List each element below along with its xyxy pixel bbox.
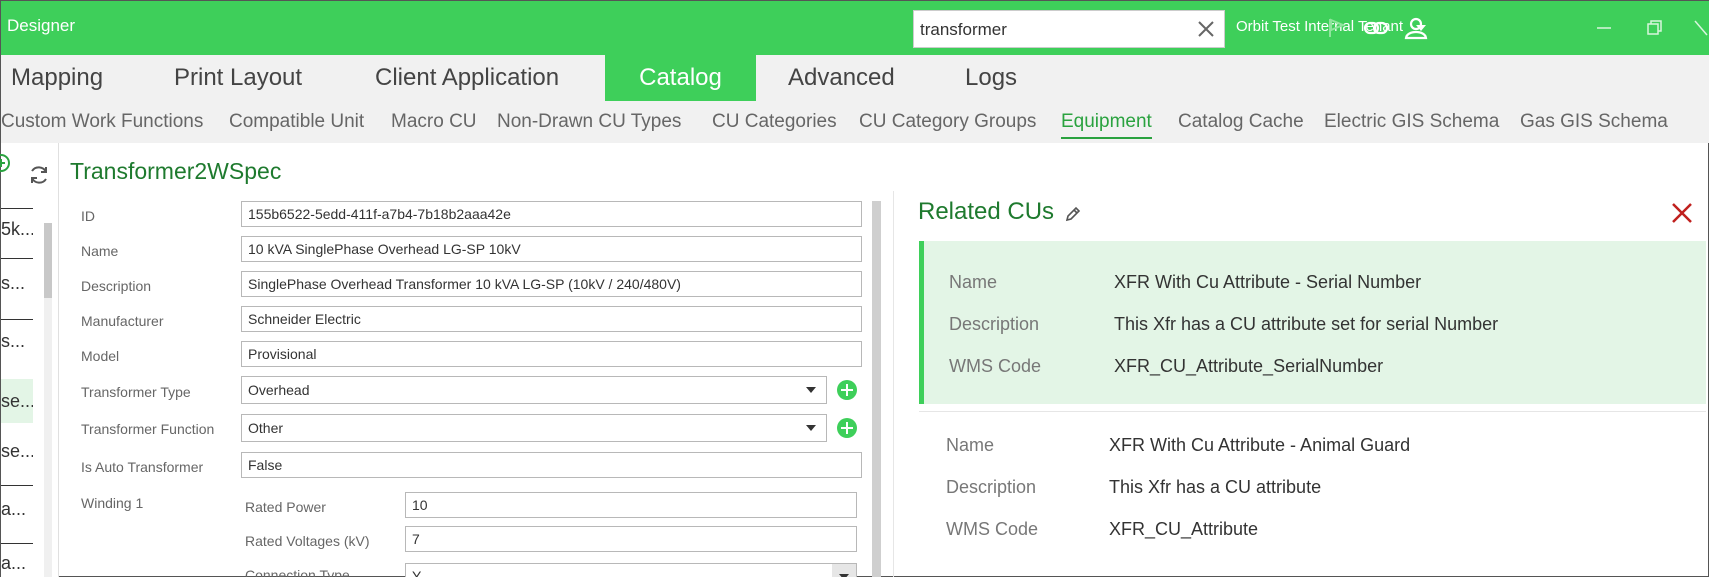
cu-description-label: Description bbox=[949, 314, 1040, 334]
subtab-cu-category-groups[interactable]: CU Category Groups bbox=[859, 111, 1036, 137]
detail-scrollbar[interactable] bbox=[872, 201, 881, 577]
subtab-cu-categories[interactable]: CU Categories bbox=[712, 111, 837, 137]
restore-icon[interactable] bbox=[1641, 15, 1667, 41]
id-field[interactable]: 155b6522-5edd-411f-a7b4-7b18b2aaa42e bbox=[241, 201, 862, 227]
add-circle-icon[interactable] bbox=[0, 153, 11, 173]
model-label: Model bbox=[81, 348, 120, 364]
tab-catalog[interactable]: Catalog bbox=[605, 55, 756, 101]
list-item[interactable]: se... bbox=[1, 441, 33, 469]
tab-advanced[interactable]: Advanced bbox=[788, 55, 895, 101]
transformer-function-select[interactable]: Other bbox=[241, 414, 827, 442]
list-divider bbox=[1, 258, 33, 259]
manufacturer-label: Manufacturer bbox=[81, 313, 164, 329]
minimize-icon[interactable] bbox=[1591, 15, 1617, 41]
related-cu-card-selected[interactable]: Name XFR With Cu Attribute - Serial Numb… bbox=[919, 241, 1706, 404]
is-auto-transformer-label: Is Auto Transformer bbox=[81, 459, 204, 475]
equipment-type-title: Transformer2WSpec bbox=[70, 158, 282, 184]
cu-description-label: Description bbox=[946, 477, 1037, 497]
transformer-function-value: Other bbox=[248, 420, 284, 436]
catalog-sub-nav: Custom Work Functions Compatible Unit Ma… bbox=[1, 101, 1709, 143]
panel-divider bbox=[893, 191, 894, 577]
link-icon[interactable] bbox=[1363, 15, 1389, 41]
transformer-type-select[interactable]: Overhead bbox=[241, 376, 827, 404]
list-divider bbox=[1, 485, 33, 486]
dropdown-button[interactable] bbox=[832, 564, 856, 577]
tab-logs[interactable]: Logs bbox=[965, 55, 1017, 101]
cu-description-value: This Xfr has a CU attribute set for seri… bbox=[1114, 314, 1499, 334]
list-item[interactable]: s... bbox=[1, 273, 33, 301]
main-nav: Mapping Print Layout Client Application … bbox=[1, 55, 1709, 101]
subtab-custom-work-functions[interactable]: Custom Work Functions bbox=[1, 111, 203, 137]
detail-scrollbar-thumb[interactable] bbox=[872, 201, 881, 577]
tab-print-layout[interactable]: Print Layout bbox=[174, 55, 302, 101]
cu-name-label: Name bbox=[949, 272, 998, 292]
subtab-gas-gis-schema[interactable]: Gas GIS Schema bbox=[1520, 111, 1668, 137]
rated-voltages-field[interactable]: 7 bbox=[405, 526, 857, 552]
model-field[interactable]: Provisional bbox=[241, 341, 862, 367]
related-cus-title: Related CUs bbox=[918, 198, 1055, 225]
cu-name-value: XFR With Cu Attribute - Animal Guard bbox=[1109, 435, 1411, 455]
chevron-down-icon[interactable] bbox=[806, 425, 816, 431]
clear-search-icon[interactable] bbox=[1194, 17, 1218, 41]
pencil-icon[interactable] bbox=[1064, 205, 1082, 223]
transformer-type-value: Overhead bbox=[248, 382, 310, 398]
connection-type-label: Connection Type bbox=[245, 567, 350, 577]
add-transformer-function-button[interactable] bbox=[837, 418, 857, 438]
name-label: Name bbox=[81, 243, 119, 259]
search-box[interactable] bbox=[913, 10, 1225, 48]
list-item-selected[interactable]: se... bbox=[1, 379, 33, 423]
close-window-icon[interactable] bbox=[1691, 15, 1709, 41]
search-input[interactable] bbox=[920, 17, 1190, 43]
list-divider bbox=[1, 543, 33, 544]
manufacturer-field[interactable]: Schneider Electric bbox=[241, 306, 862, 332]
subtab-compatible-unit[interactable]: Compatible Unit bbox=[229, 111, 364, 137]
tab-mapping[interactable]: Mapping bbox=[11, 55, 103, 101]
transformer-type-label: Transformer Type bbox=[81, 384, 191, 400]
chevron-down-icon[interactable] bbox=[806, 387, 816, 393]
name-field[interactable]: 10 kVA SinglePhase Overhead LG-SP 10kV bbox=[241, 236, 862, 262]
close-icon[interactable] bbox=[1670, 201, 1694, 225]
rated-power-field[interactable]: 10 bbox=[405, 492, 857, 518]
list-scrollbar[interactable] bbox=[44, 223, 52, 577]
app-title: Designer bbox=[7, 16, 76, 35]
subtab-catalog-cache[interactable]: Catalog Cache bbox=[1178, 111, 1304, 137]
refresh-icon[interactable] bbox=[27, 163, 51, 187]
cu-wms-code-value: XFR_CU_Attribute_SerialNumber bbox=[1114, 356, 1384, 376]
cu-description-value: This Xfr has a CU attribute bbox=[1109, 477, 1322, 497]
flag-icon[interactable] bbox=[1323, 15, 1349, 41]
tab-client-application[interactable]: Client Application bbox=[375, 55, 559, 101]
subtab-non-drawn-cu-types[interactable]: Non-Drawn CU Types bbox=[497, 111, 681, 137]
related-cu-card[interactable]: Name XFR With Cu Attribute - Animal Guar… bbox=[919, 421, 1706, 577]
title-bar: Designer Orbit Test Internal Tenant bbox=[1, 1, 1709, 55]
connection-type-select[interactable]: Y bbox=[405, 563, 857, 577]
cu-name-value: XFR With Cu Attribute - Serial Number bbox=[1114, 272, 1422, 292]
subtab-equipment[interactable]: Equipment bbox=[1061, 111, 1152, 139]
cu-wms-code-label: WMS Code bbox=[946, 519, 1039, 539]
related-cu-divider bbox=[919, 411, 1706, 412]
add-transformer-type-button[interactable] bbox=[837, 380, 857, 400]
list-divider bbox=[1, 319, 33, 320]
list-divider bbox=[1, 208, 33, 209]
list-item[interactable]: s... bbox=[1, 331, 33, 359]
cu-wms-code-label: WMS Code bbox=[949, 356, 1042, 376]
list-scrollbar-thumb[interactable] bbox=[44, 223, 52, 298]
subtab-macro-cu[interactable]: Macro CU bbox=[391, 111, 477, 137]
winding-label: Winding 1 bbox=[81, 495, 144, 511]
list-item[interactable]: a... bbox=[1, 499, 33, 527]
connection-type-value: Y bbox=[412, 568, 422, 577]
user-icon[interactable] bbox=[1403, 15, 1429, 41]
rated-power-label: Rated Power bbox=[245, 499, 326, 515]
list-item[interactable]: a... bbox=[1, 553, 33, 577]
cu-name-label: Name bbox=[946, 435, 995, 455]
transformer-function-label: Transformer Function bbox=[81, 421, 215, 437]
list-item[interactable]: 5k... bbox=[1, 219, 33, 247]
is-auto-transformer-field[interactable]: False bbox=[241, 452, 862, 478]
description-label: Description bbox=[81, 278, 152, 294]
description-field[interactable]: SinglePhase Overhead Transformer 10 kVA … bbox=[241, 271, 862, 297]
cu-wms-code-value: XFR_CU_Attribute bbox=[1109, 519, 1259, 539]
id-label: ID bbox=[81, 208, 95, 224]
subtab-electric-gis-schema[interactable]: Electric GIS Schema bbox=[1324, 111, 1499, 137]
rated-voltages-label: Rated Voltages (kV) bbox=[245, 533, 370, 549]
